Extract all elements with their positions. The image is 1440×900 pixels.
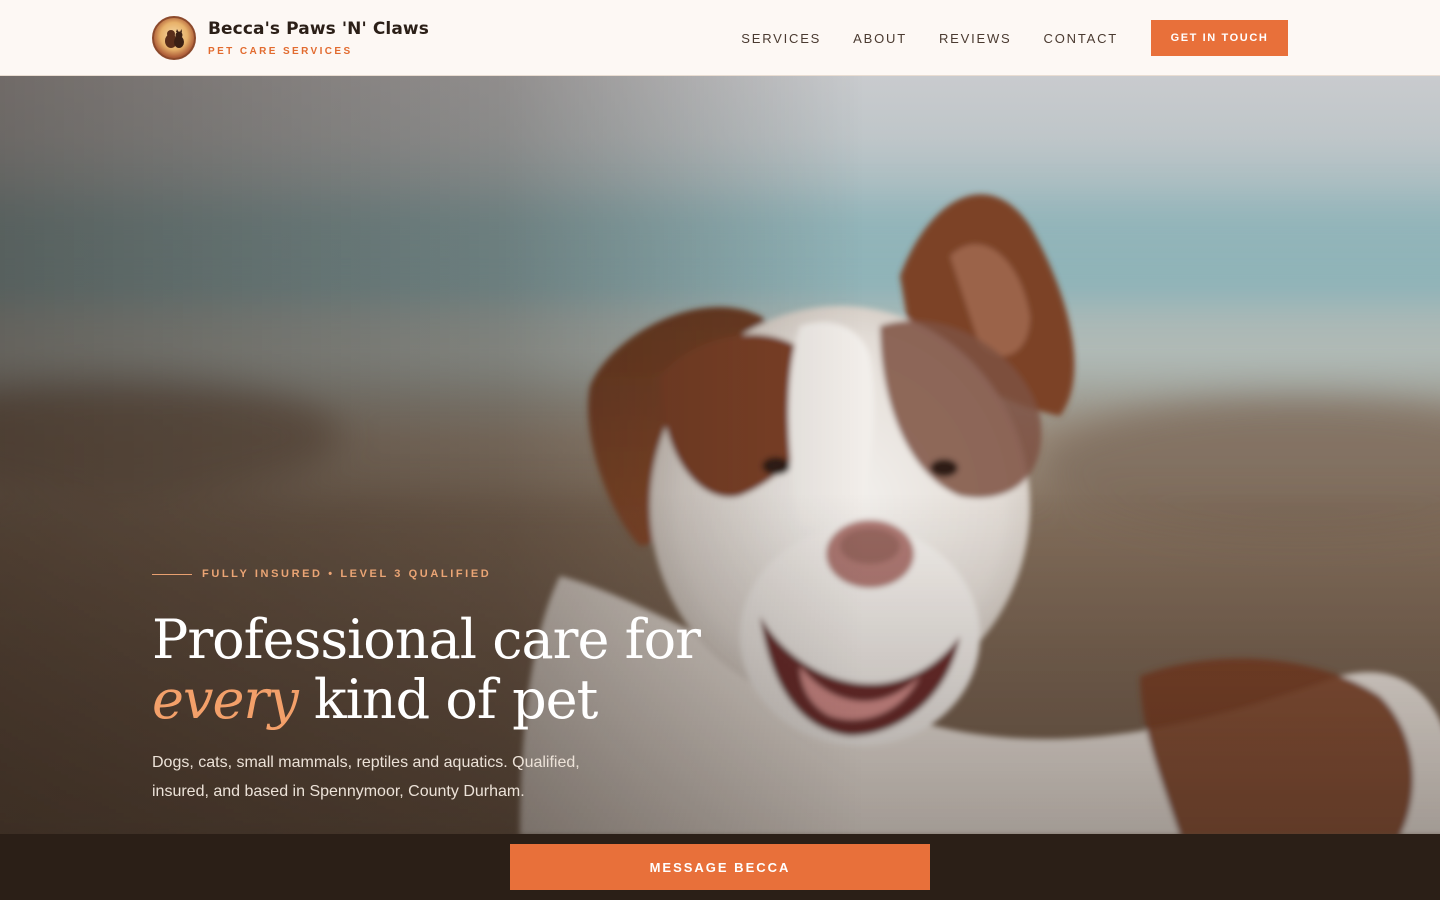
brand-link[interactable]: Becca's Paws 'N' Claws PET CARE SERVICES [152, 16, 429, 60]
site-header: Becca's Paws 'N' Claws PET CARE SERVICES… [0, 0, 1440, 76]
get-in-touch-button[interactable]: GET IN TOUCH [1151, 20, 1288, 56]
main-nav: SERVICES ABOUT REVIEWS CONTACT GET IN TO… [741, 20, 1288, 56]
eyebrow-text: FULLY INSURED • LEVEL 3 QUALIFIED [202, 568, 492, 580]
nav-link-reviews[interactable]: REVIEWS [939, 31, 1012, 46]
paw-logo-icon [152, 16, 196, 60]
sticky-bottom-bar: MESSAGE BECCA [0, 834, 1440, 900]
hero-title-line2: kind of pet [297, 668, 598, 731]
nav-link-services[interactable]: SERVICES [741, 31, 821, 46]
nav-link-contact[interactable]: CONTACT [1044, 31, 1118, 46]
hero-title-accent: every [152, 668, 299, 731]
hero-section: FULLY INSURED • LEVEL 3 QUALIFIED Profes… [0, 76, 1440, 834]
pet-silhouette-icon [165, 28, 184, 48]
hero-content: FULLY INSURED • LEVEL 3 QUALIFIED Profes… [152, 568, 772, 822]
message-becca-button[interactable]: MESSAGE BECCA [510, 844, 930, 890]
eyebrow-divider [152, 573, 192, 575]
brand-name: Becca's Paws 'N' Claws [208, 19, 429, 39]
hero-subtitle: Dogs, cats, small mammals, reptiles and … [152, 754, 580, 800]
hero-title-line1: Professional care for [152, 608, 701, 671]
hero-title: Professional care for every kind of pet [152, 610, 772, 730]
brand-tagline: PET CARE SERVICES [208, 46, 353, 57]
hero-eyebrow: FULLY INSURED • LEVEL 3 QUALIFIED [152, 568, 772, 580]
nav-link-about[interactable]: ABOUT [853, 31, 907, 46]
